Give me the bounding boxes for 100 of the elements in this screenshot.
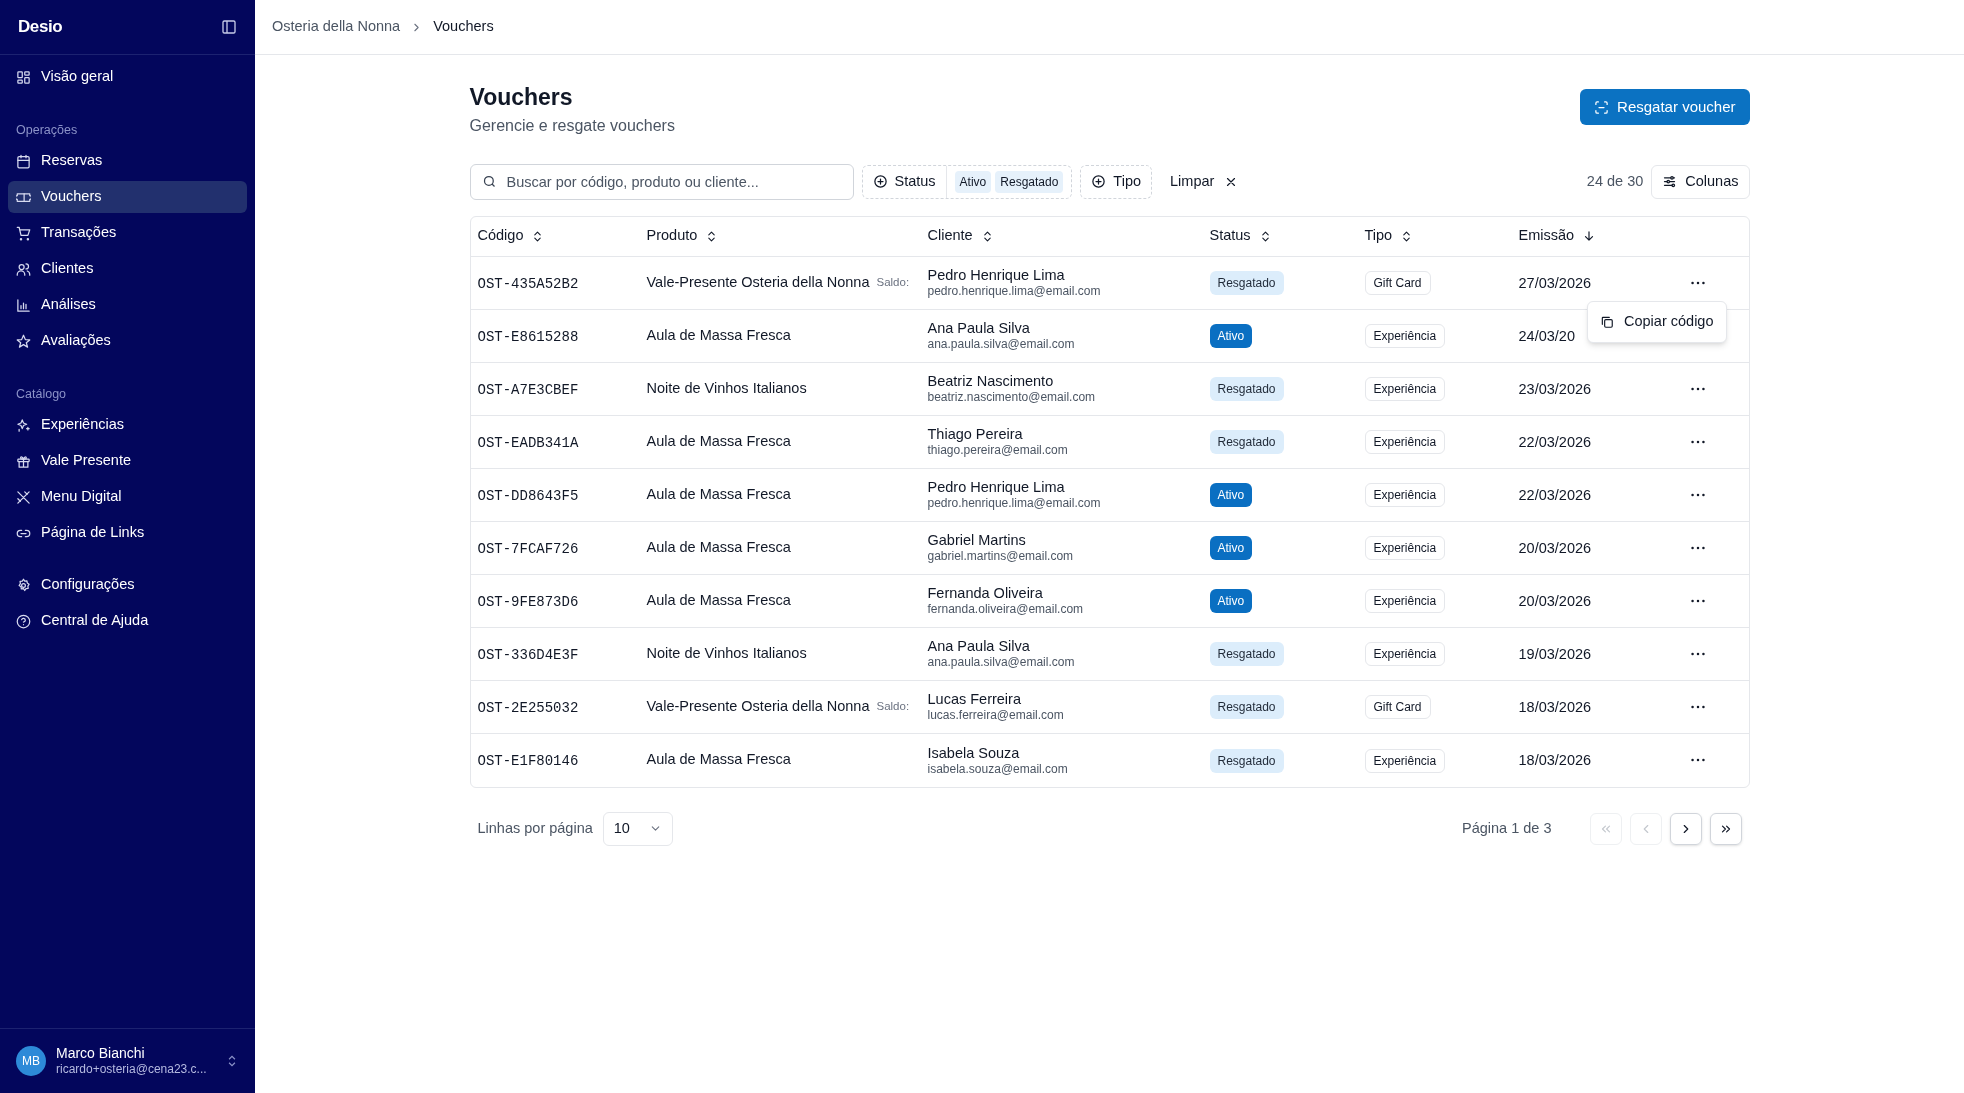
product-name: Noite de Vinhos Italianos: [646, 643, 807, 663]
client-email: ana.paula.silva@email.com: [927, 337, 1076, 353]
scan-icon: [1594, 99, 1610, 115]
client-email: fernanda.oliveira@email.com: [927, 602, 1085, 618]
status-badge: Resgatado: [1209, 377, 1284, 402]
filter-chip[interactable]: Status Ativo Resgatado: [861, 164, 1073, 199]
product-name: Noite de Vinhos Italianos: [646, 378, 807, 398]
voucher-code: OST-DD8643F5: [477, 487, 579, 504]
voucher-code: OST-2E255032: [477, 699, 579, 716]
column-header[interactable]: Status: [1209, 225, 1272, 248]
client-email: lucas.ferreira@email.com: [927, 708, 1065, 724]
more-icon: [1690, 492, 1705, 497]
search-icon: [481, 173, 497, 189]
user-email: ricardo+osteria@cena23.c...: [56, 1062, 208, 1078]
issue-date: 27/03/2026: [1518, 274, 1592, 291]
client-email: pedro.henrique.lima@email.com: [927, 284, 1102, 300]
filter-value: Resgatado: [995, 170, 1064, 193]
sidebar-item[interactable]: Avaliações: [8, 325, 247, 357]
type-tag: Experiência: [1364, 430, 1446, 455]
voucher-code: OST-336D4E3F: [477, 646, 579, 663]
star-icon: [16, 333, 31, 349]
client-name: Pedro Henrique Lima: [927, 266, 1066, 285]
sidebar-item[interactable]: Vale Presente: [8, 445, 247, 477]
plus-circle-icon: [872, 174, 888, 190]
type-tag: Gift Card: [1364, 271, 1431, 296]
product-name: Vale-Presente Osteria della Nonna: [646, 272, 870, 292]
logo: Desio: [18, 16, 63, 39]
page-button[interactable]: [1709, 812, 1742, 845]
more-icon: [1690, 651, 1705, 656]
sidebar-item[interactable]: Análises: [8, 289, 247, 321]
breadcrumb-link[interactable]: Osteria della Nonna: [272, 16, 401, 38]
type-tag: Gift Card: [1364, 695, 1431, 720]
page-subtitle: Gerencie e resgate vouchers: [469, 115, 675, 136]
client-name: Fernanda Oliveira: [927, 584, 1044, 603]
column-header[interactable]: Produto: [646, 225, 719, 248]
status-badge: Resgatado: [1209, 642, 1284, 667]
rows-per-page-select[interactable]: 10: [602, 811, 673, 846]
breadcrumb-link[interactable]: Vouchers: [433, 16, 494, 38]
status-badge: Ativo: [1209, 324, 1253, 349]
voucher-code: OST-EADB341A: [477, 434, 579, 451]
section-label: Operações: [15, 121, 79, 139]
client-name: Isabela Souza: [927, 743, 1021, 762]
column-header[interactable]: Emissão: [1518, 225, 1597, 248]
issue-date: 18/03/2026: [1518, 698, 1592, 715]
client-name: Ana Paula Silva: [927, 637, 1031, 656]
section-label: Catálogo: [15, 385, 68, 403]
voucher-code: OST-7FCAF726: [477, 540, 579, 557]
more-icon: [1690, 280, 1705, 285]
sidebar-item[interactable]: Transações: [8, 217, 247, 249]
client-name: Thiago Pereira: [927, 425, 1024, 444]
issue-date: 20/03/2026: [1518, 539, 1592, 556]
sidebar-item[interactable]: Reservas: [8, 145, 247, 177]
client-name: Ana Paula Silva: [927, 319, 1031, 338]
grid-icon: [16, 69, 31, 85]
sidebar-item[interactable]: Central de Ajuda: [8, 605, 247, 637]
sidebar-item[interactable]: Clientes: [8, 253, 247, 285]
filter-chip[interactable]: Tipo: [1080, 164, 1152, 199]
client-email: thiago.pereira@email.com: [927, 443, 1069, 459]
filter-value: Ativo: [954, 170, 992, 193]
redeem-voucher-button[interactable]: Resgatar voucher: [1580, 89, 1750, 125]
sliders-icon: [1662, 174, 1678, 190]
sidebar-item[interactable]: Vouchers: [8, 181, 247, 213]
cart-icon: [16, 225, 31, 241]
type-tag: Experiência: [1364, 324, 1446, 349]
page-title: Vouchers: [469, 83, 574, 112]
more-icon: [1690, 704, 1705, 709]
search-field[interactable]: Buscar por código, produto ou cliente...: [469, 163, 854, 200]
status-badge: Resgatado: [1209, 430, 1284, 455]
client-email: ana.paula.silva@email.com: [927, 655, 1076, 671]
status-badge: Resgatado: [1209, 748, 1284, 773]
sidebar-item[interactable]: Menu Digital: [8, 481, 247, 513]
product-name: Aula de Massa Fresca: [646, 537, 791, 557]
column-header[interactable]: Cliente: [927, 225, 994, 248]
columns-button[interactable]: Colunas: [1651, 164, 1750, 199]
type-tag: Experiência: [1364, 536, 1446, 561]
type-tag: Experiência: [1364, 377, 1446, 402]
type-tag: Experiência: [1364, 483, 1446, 508]
sidebar-item[interactable]: Configurações: [8, 569, 247, 601]
type-tag: Experiência: [1364, 642, 1446, 667]
menu-item[interactable]: Copiar código: [1592, 305, 1722, 338]
product-name: Aula de Massa Fresca: [646, 750, 791, 770]
column-header[interactable]: Tipo: [1364, 225, 1414, 248]
avatar: MB: [16, 1046, 46, 1076]
more-icon: [1690, 545, 1705, 550]
more-icon: [1690, 598, 1705, 603]
sidebar-item[interactable]: Visão geral: [8, 61, 247, 93]
sidebar-toggle-icon[interactable]: [221, 19, 237, 35]
product-name: Aula de Massa Fresca: [646, 484, 791, 504]
sidebar-item[interactable]: Experiências: [8, 409, 247, 441]
sidebar-item[interactable]: Página de Links: [8, 517, 247, 549]
user-name: Marco Bianchi: [56, 1044, 146, 1063]
column-header[interactable]: Código: [477, 225, 545, 248]
client-email: isabela.souza@email.com: [927, 761, 1069, 777]
status-badge: Ativo: [1209, 536, 1253, 561]
clear-filters-button[interactable]: Limpar: [1160, 164, 1249, 199]
voucher-code: OST-E1F80146: [477, 753, 579, 770]
client-name: Beatriz Nascimento: [927, 372, 1055, 391]
voucher-code: OST-435A52B2: [477, 275, 579, 292]
users-icon: [16, 261, 31, 277]
client-email: beatriz.nascimento@email.com: [927, 390, 1097, 406]
